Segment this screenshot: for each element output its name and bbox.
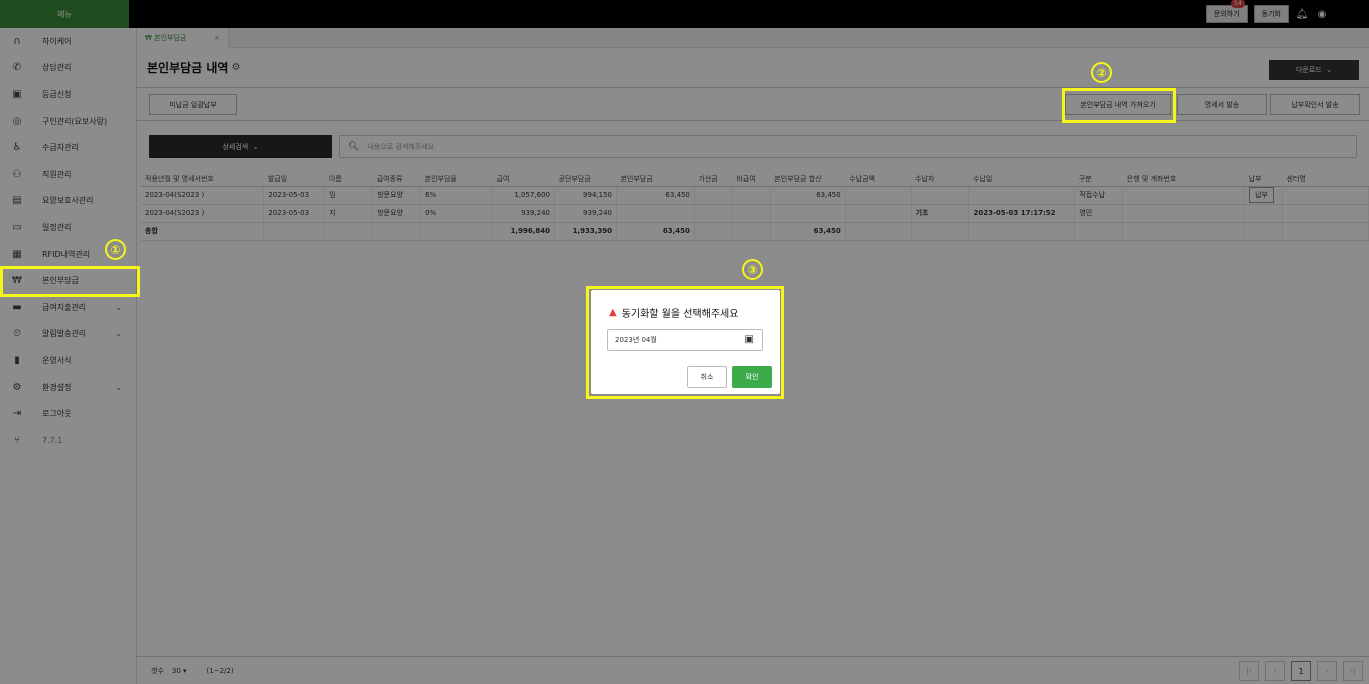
highlight-copay-menu: [0, 266, 140, 297]
step-1-marker: ①: [105, 239, 126, 260]
dialog-title: ▲ 동기화할 월을 선택해주세요: [609, 305, 738, 320]
cancel-button[interactable]: 취소: [687, 366, 727, 388]
step-3-marker: ③: [742, 259, 763, 280]
step-2-marker: ②: [1091, 62, 1112, 83]
dialog-title-text: 동기화할 월을 선택해주세요: [621, 309, 739, 320]
month-picker-input[interactable]: 2023년 04월 ▣: [607, 329, 763, 351]
warning-icon: ▲: [609, 307, 617, 318]
sync-month-dialog: ▲ 동기화할 월을 선택해주세요 2023년 04월 ▣ 취소 확인: [591, 290, 780, 394]
confirm-button[interactable]: 확인: [732, 366, 772, 388]
month-value: 2023년 04월: [615, 336, 657, 344]
highlight-fetch-button: [1062, 88, 1176, 123]
calendar-icon[interactable]: ▣: [745, 334, 754, 345]
